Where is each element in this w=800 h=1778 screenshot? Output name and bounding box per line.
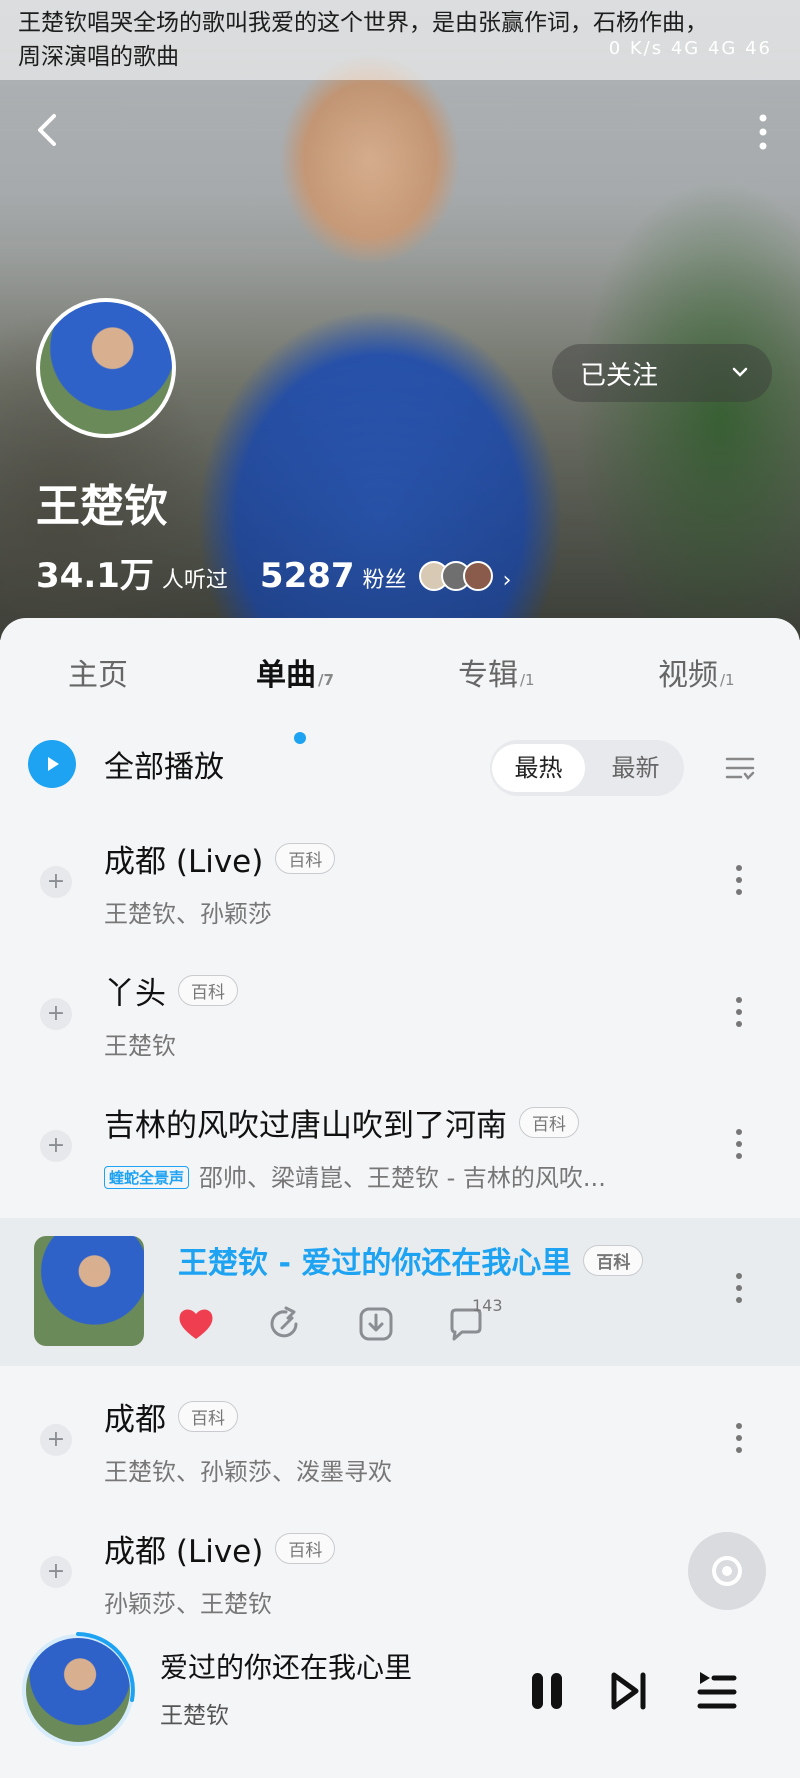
artist-stats: 34.1万 人听过 5287 粉丝 › — [36, 548, 511, 597]
fan-avatar — [462, 561, 493, 591]
wiki-badge[interactable]: 百科 — [519, 1107, 579, 1138]
artist-name: 王楚钦 — [36, 481, 168, 532]
add-icon[interactable]: + — [40, 866, 72, 898]
tab-albums[interactable]: 专辑/1 — [458, 650, 535, 694]
follow-button[interactable]: 已关注 — [552, 344, 772, 402]
more-vertical-icon[interactable] — [734, 862, 744, 902]
pause-icon[interactable] — [524, 1668, 570, 1714]
song-row[interactable]: + 成都 (Live) 百科 王楚钦、孙颖莎 — [0, 818, 800, 948]
tab-count: /7 — [318, 671, 334, 689]
add-icon[interactable]: + — [40, 1130, 72, 1162]
song-row[interactable]: + 吉林的风吹过唐山吹到了河南 百科 蝰蛇全景声 邵帅、梁靖崑、王楚钦 - 吉林的风… — [0, 1082, 800, 1212]
heart-icon[interactable] — [176, 1304, 216, 1344]
add-icon[interactable]: + — [40, 998, 72, 1030]
next-track-icon[interactable] — [606, 1668, 652, 1714]
song-artists: 孙颖莎、王楚钦 — [104, 1590, 272, 1618]
tab-count: /1 — [720, 671, 735, 689]
song-title: 成都 (Live) — [104, 1534, 264, 1570]
chevron-right-icon[interactable]: › — [503, 568, 512, 593]
play-icon — [28, 740, 76, 788]
song-row[interactable]: + 成都 百科 王楚钦、孙颖莎、泼墨寻欢 — [0, 1376, 800, 1506]
fans-label[interactable]: 粉丝 — [363, 562, 407, 594]
mini-player[interactable]: 爱过的你还在我心里 王楚钦 — [0, 1620, 800, 1778]
download-icon[interactable] — [356, 1304, 396, 1344]
more-vertical-icon[interactable] — [734, 994, 744, 1034]
song-artists: 王楚钦 — [104, 1032, 176, 1060]
add-icon[interactable]: + — [40, 1424, 72, 1456]
wiki-badge[interactable]: 百科 — [275, 843, 336, 874]
chevron-down-icon — [732, 367, 748, 377]
add-icon[interactable]: + — [40, 1556, 72, 1588]
share-icon[interactable] — [266, 1304, 306, 1344]
wiki-badge[interactable]: 百科 — [178, 975, 238, 1006]
song-title: 成都 — [104, 1402, 166, 1438]
artist-avatar[interactable] — [36, 298, 176, 438]
tab-count: /1 — [520, 671, 535, 689]
comment-count: 143 — [472, 1296, 503, 1315]
more-vertical-icon[interactable] — [756, 112, 770, 152]
song-artists: 王楚钦、孙颖莎、泼墨寻欢 — [104, 1458, 392, 1486]
song-row[interactable]: + 丫头 百科 王楚钦 — [0, 950, 800, 1080]
now-playing-title: 王楚钦 - 爱过的你还在我心里 — [178, 1246, 572, 1281]
tab-label: 单曲 — [256, 658, 316, 693]
song-artists: 王楚钦、孙颖莎 — [104, 900, 272, 928]
status-bar-indicators: 0 K/s 4G 4G 46 — [608, 38, 772, 59]
target-icon — [712, 1556, 742, 1586]
wiki-badge[interactable]: 百科 — [178, 1401, 238, 1432]
playlist-icon[interactable] — [694, 1668, 740, 1714]
playback-progress-ring — [76, 1632, 135, 1702]
active-tab-indicator — [294, 732, 306, 744]
tab-home[interactable]: 主页 — [68, 650, 128, 694]
song-row[interactable]: + 成都 (Live) 百科 孙颖莎、王楚钦 — [0, 1508, 800, 1638]
song-title: 丫头 — [104, 976, 166, 1012]
more-vertical-icon[interactable] — [734, 1420, 744, 1460]
back-arrow-icon[interactable] — [28, 110, 68, 150]
tab-videos[interactable]: 视频/1 — [658, 650, 735, 694]
play-all-button[interactable]: 全部播放 — [28, 740, 224, 788]
tab-label: 主页 — [68, 658, 128, 693]
mini-player-title: 爱过的你还在我心里 — [160, 1651, 413, 1684]
song-artists: 邵帅、梁靖崑、王楚钦 - 吉林的风吹... — [199, 1164, 606, 1192]
sort-hot-option[interactable]: 最热 — [492, 744, 585, 792]
sort-toggle: 最热 最新 — [490, 740, 684, 796]
caption-line-1: 王楚钦唱哭全场的歌叫我爱的这个世界，是由张赢作词，石杨作曲， — [18, 10, 708, 36]
song-cover[interactable] — [34, 1236, 144, 1346]
list-filter-icon[interactable] — [724, 752, 756, 784]
listeners-count: 34.1万 — [36, 556, 154, 596]
tab-singles[interactable]: 单曲/7 — [256, 650, 334, 694]
floating-locate-button[interactable] — [688, 1532, 766, 1610]
audio-quality-tag: 蝰蛇全景声 — [104, 1166, 190, 1189]
mini-player-artist: 王楚钦 — [160, 1703, 229, 1729]
listeners-label: 人听过 — [161, 568, 228, 593]
fans-count[interactable]: 5287 — [260, 556, 355, 596]
tab-label: 视频 — [658, 658, 718, 693]
more-vertical-icon[interactable] — [734, 1270, 744, 1310]
wiki-badge[interactable]: 百科 — [275, 1533, 336, 1564]
tab-bar: 主页 单曲/7 专辑/1 视频/1 — [0, 650, 800, 744]
song-title: 成都 (Live) — [104, 844, 264, 880]
song-actions: 143 — [176, 1296, 776, 1348]
song-title: 吉林的风吹过唐山吹到了河南 — [104, 1108, 507, 1144]
fan-avatars[interactable] — [418, 561, 493, 591]
wiki-badge[interactable]: 百科 — [583, 1244, 644, 1276]
follow-label: 已关注 — [580, 360, 659, 391]
now-playing-row[interactable]: 王楚钦 - 爱过的你还在我心里 百科 143 — [0, 1218, 800, 1366]
tab-label: 专辑 — [458, 658, 518, 693]
play-all-label: 全部播放 — [104, 750, 224, 785]
sort-new-option[interactable]: 最新 — [589, 744, 682, 792]
more-vertical-icon[interactable] — [734, 1126, 744, 1166]
